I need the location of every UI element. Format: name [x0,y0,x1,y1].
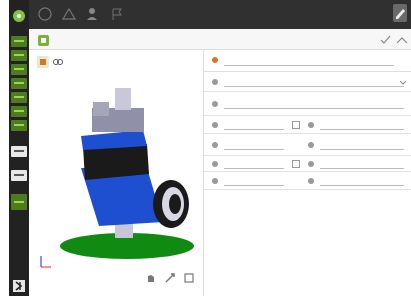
hand-icon[interactable] [144,271,158,285]
option-icon-5 [212,161,218,167]
main-window [29,29,411,296]
prop-row-header [204,50,411,72]
zoom-icon[interactable] [163,271,177,285]
chevron-up-icon [396,37,408,44]
sidebar-item-10[interactable] [11,194,27,210]
warning-icon[interactable] [61,6,77,22]
option-field-6[interactable] [320,159,404,169]
checkmark-icon [380,35,391,44]
type-icon [212,79,218,85]
sidebar-item-5[interactable] [11,92,27,103]
top-toolbar [29,0,411,29]
robot-head-side [93,102,109,116]
option-icon-4 [308,142,314,148]
option-field-7[interactable] [224,176,284,186]
user-icon[interactable] [84,6,100,22]
sidebar-item-9[interactable] [11,170,27,181]
prop-row-options-3 [204,156,411,172]
prop-row-options-2 [204,134,411,156]
sidebar-item-1[interactable] [11,36,27,47]
program-icon [38,35,49,46]
option-field-4[interactable] [320,140,404,150]
option-icon-2 [308,122,314,128]
option-checkbox-1[interactable] [292,121,300,129]
program-header [29,29,411,50]
sidebar-item-6[interactable] [11,106,27,117]
option-checkbox-2[interactable] [292,160,300,168]
sidebar-item-2[interactable] [11,50,27,61]
left-sidebar [9,0,29,296]
3d-view-panel[interactable] [29,50,204,296]
robot-band [83,144,149,180]
robot-joint-inner [169,194,181,214]
option-field-2[interactable] [320,120,404,130]
robot-scene [40,88,194,268]
prop-row-options-4 [204,172,411,190]
prop-row-description [204,92,411,116]
header-actions [379,35,409,45]
view-tools [144,271,200,287]
sidebar-item-7[interactable] [11,120,27,131]
collapse-icon[interactable] [13,280,25,292]
robot-base [115,224,133,238]
option-icon-6 [308,161,314,167]
sidebar-item-4[interactable] [11,78,27,89]
option-field-3[interactable] [224,140,284,150]
chevron-down-icon [399,80,407,85]
property-panel [204,50,411,296]
edit-icon[interactable] [393,4,407,22]
sidebar-item-3[interactable] [11,64,27,75]
robot-head-top [115,88,131,110]
prop-header-icon [212,57,218,63]
sidebar-item-8[interactable] [11,146,27,157]
axis-indicator [40,256,51,268]
home-icon[interactable] [37,6,53,22]
option-icon-8 [308,178,314,184]
option-field-1[interactable] [224,120,284,130]
option-field-8[interactable] [320,176,404,186]
prop-row-type [204,72,411,92]
option-icon-3 [212,142,218,148]
option-icon [212,122,218,128]
option-icon-7 [212,178,218,184]
type-select[interactable] [224,77,404,87]
flag-icon[interactable] [109,6,125,22]
fit-icon[interactable] [182,271,196,285]
description-icon [212,101,218,107]
description-field[interactable] [224,99,404,109]
app-logo-icon[interactable] [13,10,25,22]
option-field-5[interactable] [224,159,284,169]
prop-name-field[interactable] [224,56,394,66]
prop-row-options-1 [204,116,411,134]
